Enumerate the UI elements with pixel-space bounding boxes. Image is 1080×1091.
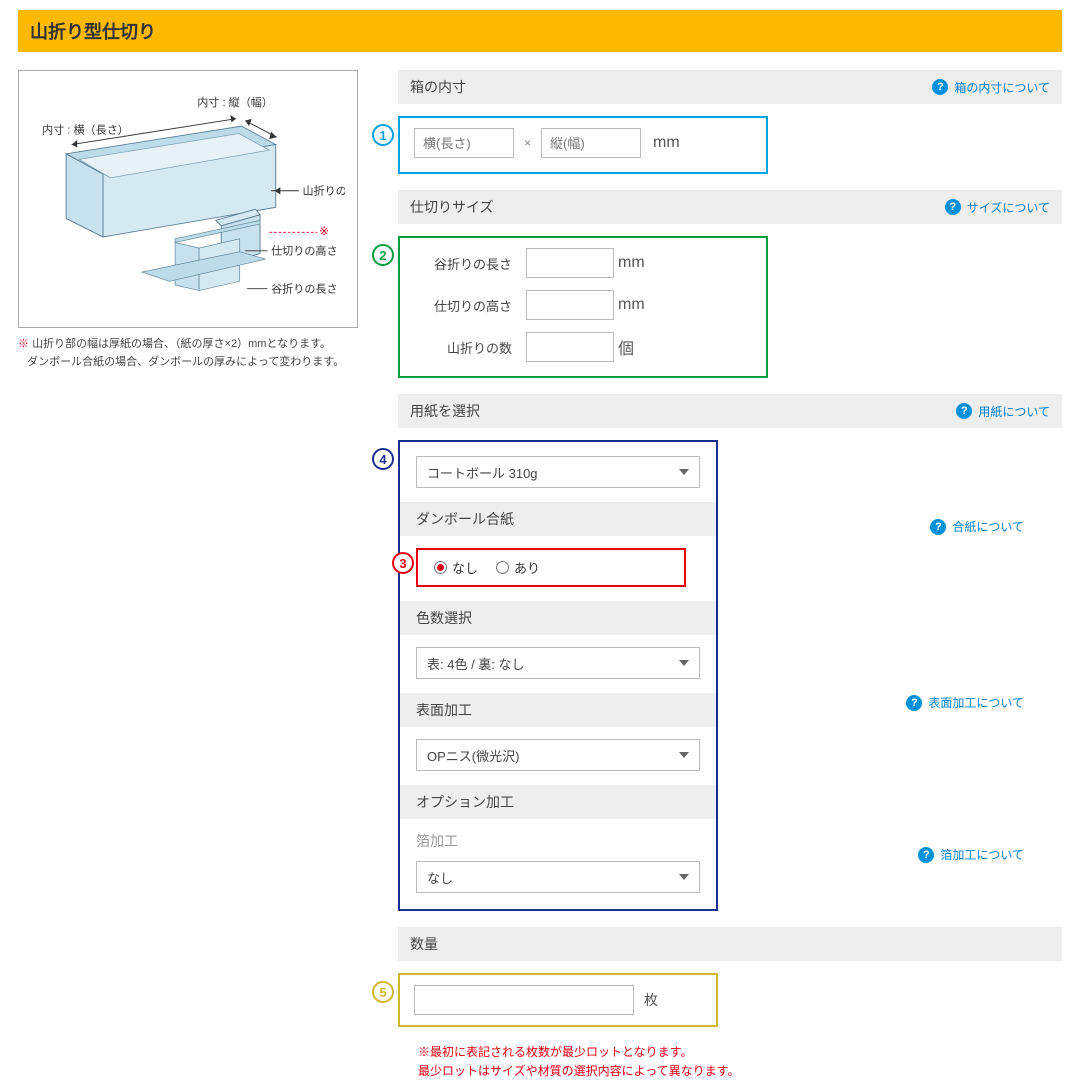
width-input[interactable] — [414, 128, 514, 158]
label-fold-count: 山折りの数 — [303, 183, 345, 197]
step-5-badge: 5 — [372, 981, 394, 1003]
fold-count-input[interactable] — [526, 332, 614, 362]
color-header: 色数選択 — [400, 601, 716, 635]
help-surface[interactable]: ? 表面加工について — [906, 694, 1024, 711]
unit-ko: 個 — [618, 335, 634, 359]
quantity-note: ※最初に表記される枚数が最少ロットとなります。 最少ロットはサイズや材質の選択内… — [418, 1043, 1062, 1081]
help-box-inner[interactable]: ? 箱の内寸について — [932, 79, 1050, 96]
left-column: 内寸 : 縦（幅） 内寸 : 横（長さ） — [18, 70, 358, 371]
foil-label: 箔加工 — [416, 831, 700, 851]
valley-length-input[interactable] — [526, 248, 614, 278]
divider-size-header: 仕切りサイズ ? サイズについて — [398, 190, 1062, 224]
help-laminate[interactable]: ? 合紙について — [930, 518, 1024, 535]
step-4-box: 4 コートボール 310g ダンボール合紙 ? 合紙について 3 なし — [398, 440, 718, 911]
divider-height-label: 仕切りの高さ — [420, 296, 512, 315]
help-divider-size[interactable]: ? サイズについて — [945, 199, 1050, 216]
fold-count-label: 山折りの数 — [420, 338, 512, 357]
paper-select-header: 用紙を選択 ? 用紙について — [398, 394, 1062, 428]
right-column: 箱の内寸 ? 箱の内寸について 1 × mm 仕切りサイズ ? サイズについて — [398, 70, 1062, 1081]
note-asterisk: ※ — [18, 338, 32, 350]
radio-icon — [496, 561, 509, 574]
paper-select[interactable]: コートボール 310g — [416, 456, 700, 488]
help-icon: ? — [956, 403, 972, 419]
help-paper[interactable]: ? 用紙について — [956, 403, 1050, 420]
quantity-input[interactable] — [414, 985, 634, 1015]
radio-none[interactable]: なし — [434, 558, 478, 577]
step-1-badge: 1 — [372, 124, 394, 146]
content: 内寸 : 縦（幅） 内寸 : 横（長さ） — [18, 70, 1062, 1081]
caret-down-icon — [679, 752, 689, 758]
diagram-note: ※ 山折り部の幅は厚紙の場合、（紙の厚さ×2）mmとなります。 ダンボール合紙の… — [18, 336, 358, 371]
option-header: オプション加工 — [400, 785, 716, 819]
diagram-box: 内寸 : 縦（幅） 内寸 : 横（長さ） — [18, 70, 358, 328]
surface-header: 表面加工 — [400, 693, 716, 727]
times-symbol: × — [524, 136, 531, 150]
quantity-header: 数量 — [398, 927, 1062, 961]
box-diagram: 内寸 : 縦（幅） 内寸 : 横（長さ） — [31, 85, 345, 315]
label-width: 内寸 : 横（長さ） — [42, 123, 129, 137]
step-3-box: 3 なし あり — [416, 548, 686, 587]
help-icon: ? — [930, 519, 946, 535]
depth-input[interactable] — [541, 128, 641, 158]
step-2-box: 2 谷折りの長さ mm 仕切りの高さ mm 山折りの数 個 — [398, 236, 768, 378]
label-depth: 内寸 : 縦（幅） — [197, 95, 273, 109]
unit-mm: mm — [653, 134, 680, 152]
step-3-badge: 3 — [392, 552, 414, 574]
radio-yes[interactable]: あり — [496, 558, 540, 577]
help-icon: ? — [918, 847, 934, 863]
label-divider-height: 仕切りの高さ — [271, 243, 337, 257]
label-valley-length: 谷折りの長さ — [271, 281, 337, 295]
help-icon: ? — [945, 199, 961, 215]
surface-select[interactable]: OPニス(微光沢) — [416, 739, 700, 771]
help-icon: ? — [932, 79, 948, 95]
unit-mm: mm — [618, 296, 645, 314]
step-2-badge: 2 — [372, 244, 394, 266]
color-select[interactable]: 表: 4色 / 裏: なし — [416, 647, 700, 679]
unit-mai: 枚 — [644, 990, 658, 1010]
caret-down-icon — [679, 660, 689, 666]
caret-down-icon — [679, 469, 689, 475]
step-5-box: 5 枚 — [398, 973, 718, 1027]
divider-height-input[interactable] — [526, 290, 614, 320]
step-1-box: 1 × mm — [398, 116, 768, 174]
help-icon: ? — [906, 695, 922, 711]
box-inner-header: 箱の内寸 ? 箱の内寸について — [398, 70, 1062, 104]
page-title: 山折り型仕切り — [18, 10, 1062, 52]
diagram-asterisk: ※ — [319, 224, 329, 238]
help-foil[interactable]: ? 箔加工について — [918, 846, 1024, 863]
unit-mm: mm — [618, 254, 645, 272]
radio-icon — [434, 561, 447, 574]
step-4-badge: 4 — [372, 448, 394, 470]
caret-down-icon — [679, 874, 689, 880]
foil-select[interactable]: なし — [416, 861, 700, 893]
laminate-header: ダンボール合紙 — [400, 502, 716, 536]
valley-length-label: 谷折りの長さ — [420, 254, 512, 273]
